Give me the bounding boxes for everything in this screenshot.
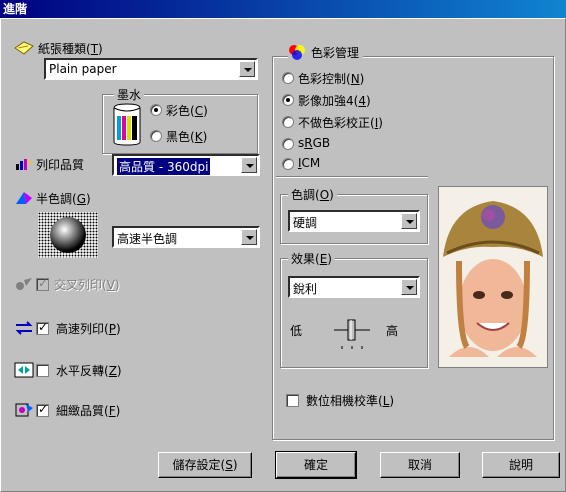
ink-black-label: 黑色(K) <box>166 130 208 144</box>
ink-cartridge-icon <box>110 102 144 146</box>
cancel-button[interactable]: 取消 <box>380 452 460 478</box>
effect-slider[interactable] <box>332 318 372 352</box>
slider-low-label: 低 <box>290 324 303 338</box>
paper-icon <box>14 40 34 56</box>
ink-color-label: 彩色(C) <box>166 104 208 118</box>
icm-label: ICM <box>298 156 321 170</box>
no-color-adjust-radio[interactable] <box>282 116 294 128</box>
microweave-checkbox <box>36 276 49 291</box>
finest-detail-label: 細緻品質(F) <box>56 404 121 418</box>
finest-detail-icon <box>14 402 34 421</box>
ink-group-label: 墨水 <box>114 86 145 103</box>
no-color-adjust-label: 不做色彩校正(I) <box>298 116 383 130</box>
paper-type-select[interactable]: Plain paper <box>44 58 258 80</box>
print-quality-value: 高品質 - 360dpi <box>117 158 211 175</box>
halftone-preview-image <box>38 212 98 258</box>
high-speed-checkbox[interactable] <box>36 320 49 335</box>
photo-preview-image <box>438 186 548 368</box>
chevron-down-icon[interactable] <box>241 157 257 173</box>
effect-select[interactable]: 銳利 <box>288 276 420 298</box>
finest-detail-checkbox[interactable] <box>36 402 49 417</box>
srgb-label: sRGB <box>298 136 331 150</box>
microweave-icon <box>14 276 34 295</box>
ink-color-radio[interactable] <box>150 104 162 116</box>
digital-camera-checkbox[interactable] <box>286 394 299 407</box>
ink-black-radio[interactable] <box>150 130 162 142</box>
effect-value: 銳利 <box>293 282 318 296</box>
print-quality-select[interactable]: 高品質 - 360dpi <box>112 154 260 176</box>
help-button[interactable]: 說明 <box>482 452 560 478</box>
ok-button[interactable]: 確定 <box>275 451 357 479</box>
title-bar: 進階 <box>0 0 566 18</box>
icm-radio[interactable] <box>282 158 294 170</box>
photo-enhance-label: 影像加強4(4) <box>298 94 371 108</box>
print-quality-icon <box>14 156 34 175</box>
halftone-select[interactable]: 高速半色調 <box>112 226 260 248</box>
save-settings-button[interactable]: 儲存設定(S) <box>158 452 252 478</box>
slider-high-label: 高 <box>386 324 399 338</box>
paper-type-value: Plain paper <box>49 62 117 76</box>
halftone-icon <box>14 190 34 209</box>
halftone-value: 高速半色調 <box>117 232 178 246</box>
color-management-header: 色彩管理 <box>288 44 364 62</box>
print-quality-label: 列印品質 <box>36 158 85 172</box>
chevron-down-icon[interactable] <box>239 61 255 77</box>
chevron-down-icon[interactable] <box>241 229 257 245</box>
tone-label: 色調(O) <box>288 186 337 203</box>
high-speed-icon <box>14 320 34 339</box>
tone-select[interactable]: 硬調 <box>288 210 420 232</box>
srgb-radio[interactable] <box>282 138 294 150</box>
divider <box>276 176 428 177</box>
window-title: 進階 <box>3 2 28 16</box>
high-speed-label: 高速列印(P) <box>56 322 121 336</box>
flip-horizontal-icon <box>14 362 34 381</box>
color-palette-icon <box>288 44 306 62</box>
digital-camera-label: 數位相機校準(L) <box>306 394 395 408</box>
chevron-down-icon[interactable] <box>401 279 417 295</box>
effect-label: 效果(E) <box>288 250 335 267</box>
chevron-down-icon[interactable] <box>401 213 417 229</box>
tone-value: 硬調 <box>293 216 318 230</box>
photo-enhance-radio[interactable] <box>282 94 294 106</box>
flip-horizontal-checkbox[interactable] <box>36 364 49 377</box>
color-controls-radio[interactable] <box>282 72 294 84</box>
color-management-title: 色彩管理 <box>311 46 360 60</box>
halftone-label: 半色調(G) <box>36 192 91 206</box>
microweave-label: 交叉列印(V) <box>54 278 120 292</box>
color-controls-label: 色彩控制(N) <box>298 72 365 86</box>
paper-type-label: 紙張種類(T) <box>38 42 103 56</box>
flip-horizontal-label: 水平反轉(Z) <box>56 364 122 378</box>
